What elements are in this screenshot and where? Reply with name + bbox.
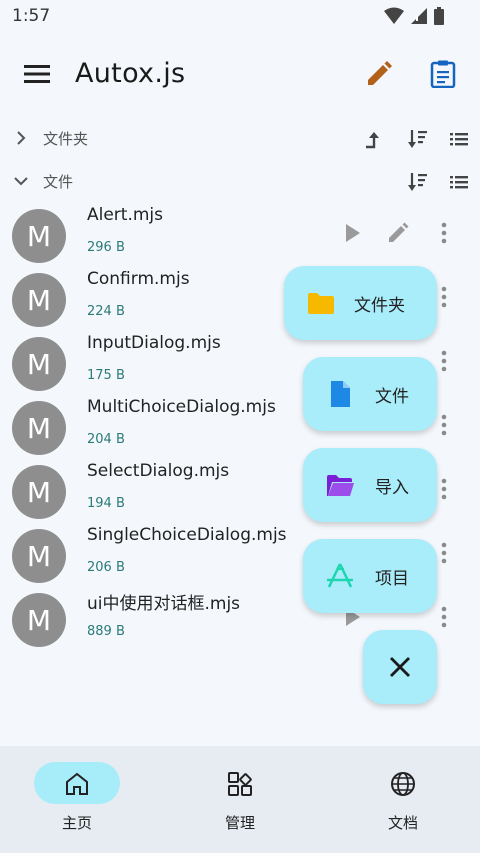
- avatar: M: [12, 273, 66, 327]
- file-name: SelectDialog.mjs: [87, 461, 230, 481]
- signal-icon: [411, 8, 427, 24]
- chevron-right-icon[interactable]: [14, 131, 28, 145]
- more-vert-icon[interactable]: [436, 413, 452, 437]
- file-size: 889 B: [87, 624, 125, 639]
- file-row[interactable]: M Alert.mjs 296 B: [0, 205, 480, 269]
- section-label-folders: 文件夹: [43, 130, 89, 148]
- play-icon[interactable]: [341, 222, 363, 244]
- file-icon: [331, 381, 350, 407]
- more-vert-icon[interactable]: [436, 285, 452, 309]
- fab-close-button[interactable]: [363, 630, 437, 704]
- file-size: 204 B: [87, 432, 125, 447]
- globe-icon: [391, 772, 415, 796]
- folder-open-icon: [327, 475, 354, 496]
- avatar: M: [12, 337, 66, 391]
- file-name: Confirm.mjs: [87, 269, 190, 289]
- more-vert-icon[interactable]: [436, 221, 452, 245]
- file-size: 296 B: [87, 240, 125, 255]
- file-name: MultiChoiceDialog.mjs: [87, 397, 276, 417]
- more-vert-icon[interactable]: [436, 477, 452, 501]
- avatar: M: [12, 529, 66, 583]
- file-name: Alert.mjs: [87, 205, 164, 225]
- nav-label-docs: 文档: [387, 814, 418, 832]
- list-view-icon[interactable]: [448, 128, 470, 150]
- nav-item-home[interactable]: 主页: [28, 762, 138, 842]
- nav-item-manage[interactable]: 管理: [185, 762, 295, 842]
- status-bar: 1:57: [0, 0, 480, 34]
- more-vert-icon[interactable]: [436, 541, 452, 565]
- fab-new-file-button[interactable]: 文件: [303, 357, 437, 431]
- file-size: 224 B: [87, 304, 125, 319]
- avatar: M: [12, 209, 66, 263]
- file-name: SingleChoiceDialog.mjs: [87, 525, 287, 545]
- fab-label: 项目: [375, 568, 409, 589]
- menu-icon[interactable]: [24, 63, 50, 85]
- file-size: 194 B: [87, 496, 125, 511]
- avatar: M: [12, 593, 66, 647]
- fab-import-button[interactable]: 导入: [303, 448, 437, 522]
- fab-label: 文件夹: [354, 295, 405, 316]
- file-size: 206 B: [87, 560, 125, 575]
- nav-label-home: 主页: [61, 814, 92, 832]
- clipboard-icon[interactable]: [430, 60, 456, 88]
- apps-icon: [228, 772, 252, 796]
- file-size: 175 B: [87, 368, 125, 383]
- fab-label: 文件: [375, 386, 409, 407]
- nav-item-docs[interactable]: 文档: [348, 762, 458, 842]
- fab-new-folder-button[interactable]: 文件夹: [284, 266, 437, 340]
- chevron-down-icon[interactable]: [14, 174, 28, 188]
- avatar: M: [12, 401, 66, 455]
- section-folders[interactable]: 文件夹: [0, 123, 480, 155]
- edit-icon[interactable]: [365, 60, 393, 88]
- avatar: M: [12, 465, 66, 519]
- project-icon: [327, 563, 353, 588]
- folder-icon: [308, 293, 334, 314]
- file-name: ui中使用对话框.mjs: [87, 594, 241, 614]
- battery-icon: [434, 7, 444, 25]
- fab-label: 导入: [375, 477, 409, 498]
- app-bar: Autox.js: [0, 46, 480, 104]
- go-up-icon[interactable]: [362, 128, 384, 150]
- close-icon: [390, 657, 410, 677]
- status-icons: [384, 7, 444, 25]
- pencil-icon[interactable]: [386, 221, 410, 245]
- section-files[interactable]: 文件: [0, 166, 480, 198]
- wifi-icon: [384, 7, 404, 24]
- sort-icon[interactable]: [406, 128, 428, 150]
- nav-label-manage: 管理: [224, 814, 255, 832]
- fab-project-button[interactable]: 项目: [303, 539, 437, 613]
- bottom-nav: 主页 管理 文档: [0, 746, 480, 853]
- home-icon: [66, 772, 88, 795]
- status-time: 1:57: [12, 6, 51, 26]
- more-vert-icon[interactable]: [436, 349, 452, 373]
- file-name: InputDialog.mjs: [87, 333, 221, 353]
- app-title: Autox.js: [75, 58, 186, 89]
- section-label-files: 文件: [43, 173, 74, 191]
- list-view-icon[interactable]: [448, 171, 470, 193]
- more-vert-icon[interactable]: [436, 605, 452, 629]
- sort-icon[interactable]: [406, 171, 428, 193]
